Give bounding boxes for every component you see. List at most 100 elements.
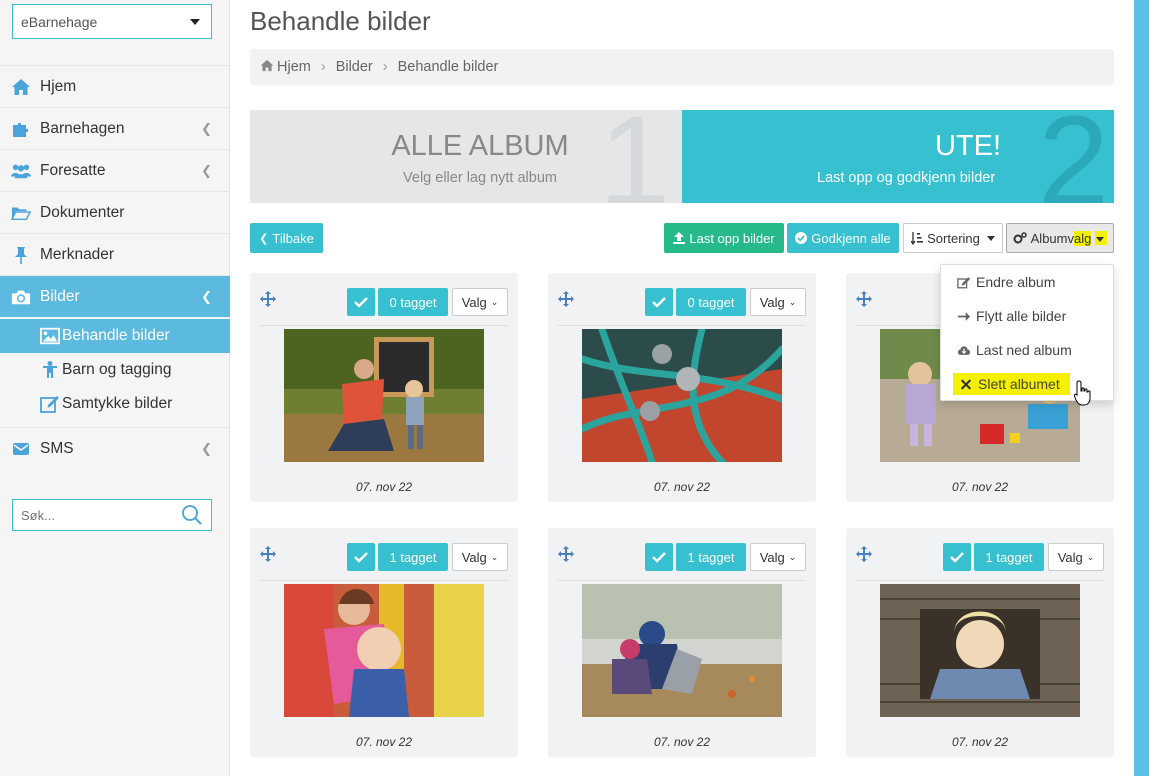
move-icon[interactable] <box>856 546 872 567</box>
album-options-label: Albumvalg <box>1031 230 1092 246</box>
menu-item-label: Slett albumet <box>978 376 1060 392</box>
sidebar: eBarnehage Hjem Barnehagen ❮ Foresatte ❮… <box>0 0 230 776</box>
approve-check-button[interactable] <box>347 543 375 571</box>
step-subtitle: Velg eller lag nytt album <box>403 170 557 186</box>
chevron-right-icon: › <box>382 59 388 75</box>
nav-item-hjem[interactable]: Hjem <box>0 65 230 107</box>
menu-item-delete-album[interactable]: Slett albumet <box>953 373 1070 395</box>
photo-card: 1 tagget Valg ⌄ 07. nov 22 <box>846 528 1114 757</box>
move-icon[interactable] <box>260 291 276 312</box>
tagged-count-button[interactable]: 0 tagget <box>378 288 448 316</box>
check-icon <box>354 552 368 563</box>
check-icon <box>652 552 666 563</box>
right-edge-bar <box>1134 0 1149 776</box>
move-icon[interactable] <box>856 291 872 312</box>
photo-card: 0 tagget Valg ⌄ 07. nov 22 <box>548 273 816 502</box>
tagged-count-button[interactable]: 1 tagget <box>378 543 448 571</box>
photo-date: 07. nov 22 <box>355 735 413 749</box>
divider <box>260 580 508 581</box>
home-icon <box>260 59 274 72</box>
kindergarten-select[interactable]: eBarnehage <box>12 4 212 39</box>
nav-label: Bilder <box>40 287 80 305</box>
move-icon[interactable] <box>558 291 574 312</box>
chevron-left-icon: ❮ <box>201 441 212 456</box>
photo-options-button[interactable]: Valg ⌄ <box>452 543 508 571</box>
folder-open-icon <box>0 204 40 222</box>
subnav-item-barn-og-tagging[interactable]: Barn og tagging <box>0 353 230 387</box>
subnav-label: Behandle bilder <box>62 327 170 344</box>
chevron-down-icon: ⌄ <box>490 551 499 562</box>
nav-item-dokumenter[interactable]: Dokumenter <box>0 191 230 233</box>
chevron-down-icon: ⌄ <box>490 296 499 307</box>
breadcrumb-home[interactable]: Hjem <box>260 59 311 75</box>
chevron-down-icon: ⌄ <box>788 296 797 307</box>
approve-check-button[interactable] <box>645 288 673 316</box>
subnav-item-samtykke-bilder[interactable]: Samtykke bilder <box>0 387 230 421</box>
photo-card: 1 tagget Valg ⌄ 07. nov 22 <box>250 528 518 757</box>
photo-card: 1 tagget Valg ⌄ 07. nov 22 <box>548 528 816 757</box>
photo-thumbnail[interactable] <box>582 584 782 717</box>
puzzle-icon <box>0 120 40 138</box>
approve-check-button[interactable] <box>645 543 673 571</box>
nav-item-sms[interactable]: SMS ❮ <box>0 427 230 469</box>
photo-thumbnail[interactable] <box>284 584 484 717</box>
nav-item-barnehagen[interactable]: Barnehagen ❮ <box>0 107 230 149</box>
menu-item-edit-album[interactable]: Endre album <box>957 271 1055 293</box>
caret-down-icon <box>1096 237 1105 242</box>
nav-item-foresatte[interactable]: Foresatte ❮ <box>0 149 230 191</box>
search-input[interactable] <box>13 500 173 530</box>
menu-item-move-all-photos[interactable]: Flytt alle bilder <box>957 305 1066 327</box>
breadcrumb-bilder[interactable]: Bilder <box>336 59 373 75</box>
album-options-label-b: alg <box>1074 230 1092 246</box>
photo-thumbnail[interactable] <box>582 329 782 462</box>
photo-options-button[interactable]: Valg ⌄ <box>452 288 508 316</box>
page-title: Behandle bilder <box>250 6 431 36</box>
breadcrumb-label: Hjem <box>277 59 311 75</box>
photo-options-button[interactable]: Valg ⌄ <box>750 288 806 316</box>
search-icon[interactable] <box>181 504 203 531</box>
nav-item-bilder[interactable]: Bilder ❮ <box>0 275 230 317</box>
photo-thumbnail[interactable] <box>284 329 484 462</box>
image-icon <box>40 327 62 345</box>
menu-item-download-album[interactable]: Last ned album <box>957 339 1072 361</box>
users-icon <box>0 162 40 180</box>
chevron-down-icon: ⌄ <box>1086 551 1095 562</box>
tagged-count-button[interactable]: 0 tagget <box>676 288 746 316</box>
approve-all-button[interactable]: Godkjenn alle <box>787 223 899 253</box>
step-all-albums[interactable]: 1 ALLE ALBUM Velg eller lag nytt album <box>250 110 682 203</box>
sort-dropdown-button[interactable]: Sortering <box>903 223 1003 253</box>
tagged-count-button[interactable]: 1 tagget <box>974 543 1044 571</box>
menu-item-label: Flytt alle bilder <box>976 308 1067 324</box>
photo-thumbnail[interactable] <box>880 584 1080 717</box>
subnav-item-behandle-bilder[interactable]: Behandle bilder <box>0 319 230 353</box>
photo-options-button[interactable]: Valg ⌄ <box>750 543 806 571</box>
move-icon[interactable] <box>558 546 574 567</box>
photo-date: 07. nov 22 <box>355 480 413 494</box>
photo-card: 0 tagget Valg ⌄ 07. nov 22 <box>250 273 518 502</box>
approve-check-button[interactable] <box>943 543 971 571</box>
back-button[interactable]: ❮ Tilbake <box>250 223 323 253</box>
nav-label: Dokumenter <box>40 203 125 221</box>
kindergarten-select-value: eBarnehage <box>21 14 98 30</box>
step-current-album: 2 UTE! Last opp og godkjenn bilder <box>682 110 1114 203</box>
album-options-button[interactable]: Albumvalg <box>1006 223 1114 253</box>
photo-date: 07. nov 22 <box>951 735 1009 749</box>
breadcrumb-current: Behandle bilder <box>397 59 499 75</box>
approve-check-button[interactable] <box>347 288 375 316</box>
menu-item-label: Endre album <box>976 274 1056 290</box>
photo-date: 07. nov 22 <box>653 735 711 749</box>
sidebar-search <box>12 499 212 531</box>
subnav-label: Samtykke bilder <box>62 395 173 412</box>
chevron-left-icon: ❮ <box>259 232 269 245</box>
move-icon[interactable] <box>260 546 276 567</box>
upload-photos-button[interactable]: Last opp bilder <box>664 223 784 253</box>
arrow-right-icon <box>957 311 971 321</box>
envelope-icon <box>0 440 40 458</box>
step-subtitle: Last opp og godkjenn bilder <box>817 170 996 186</box>
tagged-count-button[interactable]: 1 tagget <box>676 543 746 571</box>
photo-options-button[interactable]: Valg ⌄ <box>1048 543 1104 571</box>
nav-item-merknader[interactable]: Merknader <box>0 233 230 275</box>
check-icon <box>950 552 964 563</box>
pin-icon <box>0 246 40 264</box>
bilder-subnav: Behandle bilder Barn og tagging Samtykke… <box>0 317 230 427</box>
